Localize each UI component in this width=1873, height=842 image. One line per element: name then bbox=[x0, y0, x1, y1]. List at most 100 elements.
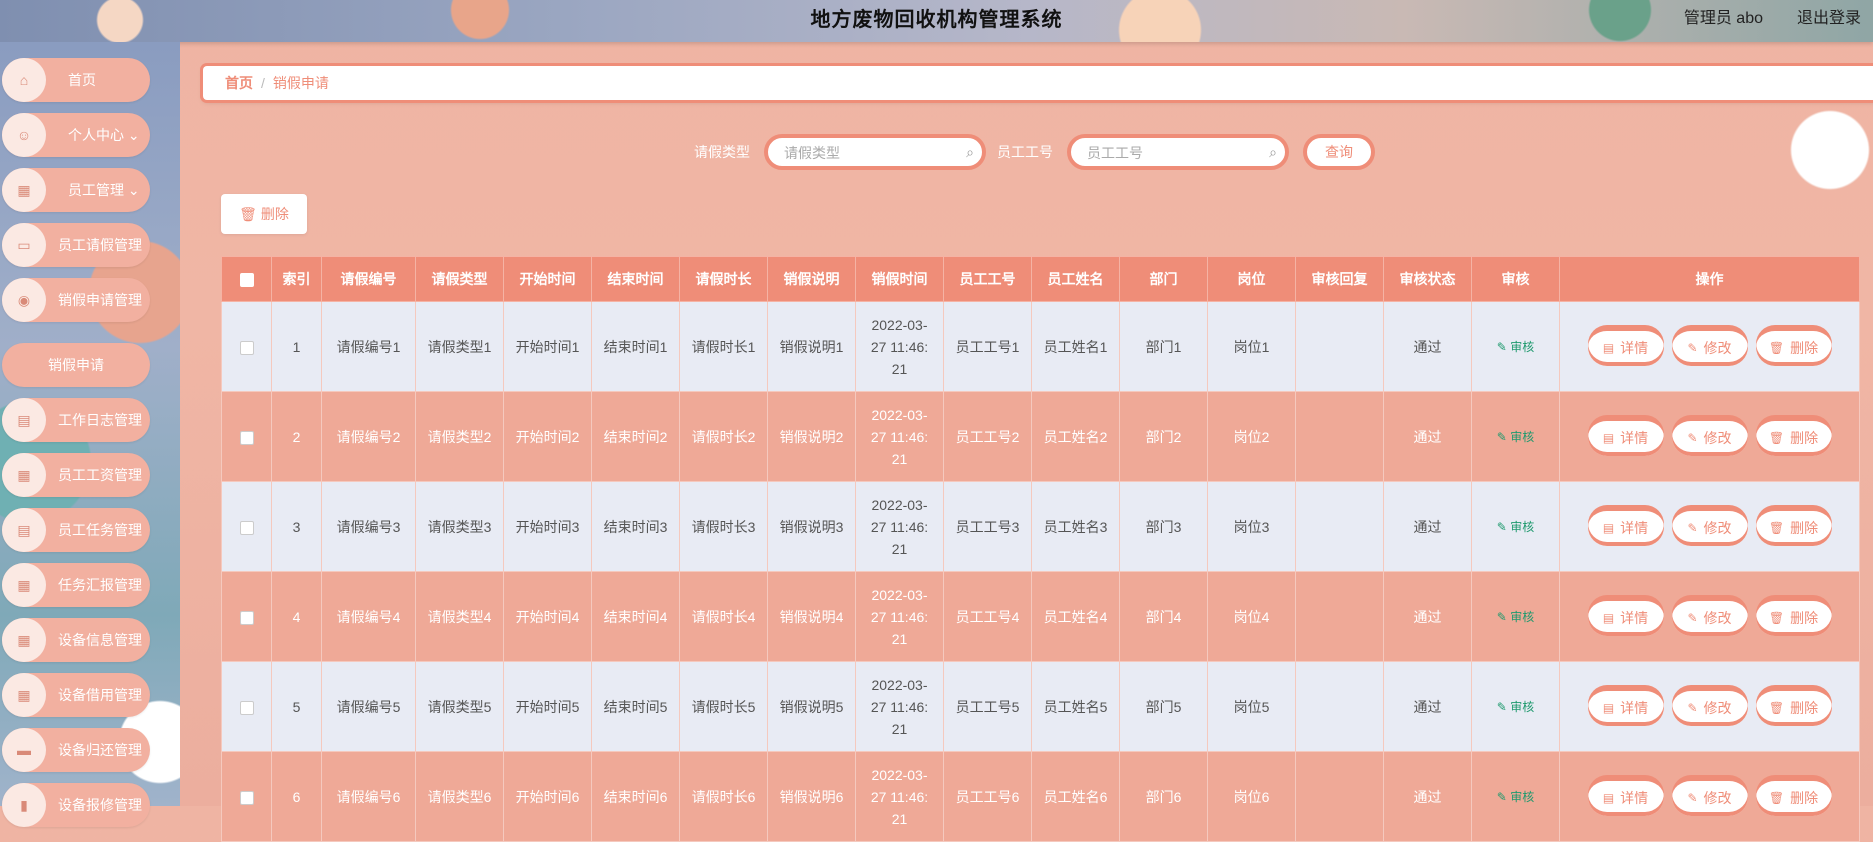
edit-icon: ✎ bbox=[1496, 700, 1511, 714]
delete-button[interactable]: 🗑 删除 bbox=[1755, 327, 1832, 366]
leave-type-cell: 请假类型1 bbox=[415, 301, 504, 392]
edit-icon: ✎ bbox=[1687, 611, 1698, 625]
table-row: 2 请假编号2 请假类型2 开始时间2 结束时间2 请假时长2 销假说明2 2022-03- 2… bbox=[221, 391, 1860, 482]
detail-button[interactable]: ▤ 详情 bbox=[1587, 327, 1664, 366]
sidebar-item-device-info[interactable]: ▦ 设备信息管理 bbox=[2, 618, 150, 662]
row-checkbox[interactable] bbox=[239, 610, 254, 625]
briefcase-icon: ▭ bbox=[2, 223, 46, 267]
edit-button[interactable]: ✎ 修改 bbox=[1671, 777, 1748, 816]
row-checkbox[interactable] bbox=[239, 340, 254, 355]
column-header: 销假时间 bbox=[855, 256, 944, 302]
audit-link[interactable]: ✎ 审核 bbox=[1497, 700, 1534, 714]
audit-cell: ✎ 审核 bbox=[1471, 571, 1560, 662]
sidebar-item-work-log[interactable]: ▤ 工作日志管理 bbox=[2, 398, 150, 442]
column-header: 员工姓名 bbox=[1031, 256, 1120, 302]
audit-status-cell: 通过 bbox=[1383, 301, 1472, 392]
post-cell: 岗位5 bbox=[1207, 661, 1296, 752]
sidebar-item-device-borrow[interactable]: ▦ 设备借用管理 bbox=[2, 673, 150, 717]
sidebar-item-label: 员工任务管理 bbox=[58, 522, 142, 538]
detail-button[interactable]: ▤ 详情 bbox=[1587, 417, 1664, 456]
sidebar-item-device-repair[interactable]: ▮ 设备报修管理 bbox=[2, 783, 150, 827]
admin-label: 管理员 abo bbox=[1683, 10, 1763, 27]
clipboard-icon: ▤ bbox=[2, 398, 46, 442]
time-part: 2022-03- bbox=[871, 676, 928, 693]
trash-icon: 🗑 bbox=[1768, 341, 1785, 355]
audit-link[interactable]: ✎ 审核 bbox=[1497, 520, 1534, 534]
sidebar-item-device-return[interactable]: ▬ 设备归还管理 bbox=[2, 728, 150, 772]
index-cell: 2 bbox=[271, 391, 322, 482]
edit-button[interactable]: ✎ 修改 bbox=[1671, 597, 1748, 636]
detail-button[interactable]: ▤ 详情 bbox=[1587, 507, 1664, 546]
audit-reply-cell bbox=[1295, 301, 1384, 392]
edit-button[interactable]: ✎ 修改 bbox=[1671, 417, 1748, 456]
sidebar-item-task-report[interactable]: ▦ 任务汇报管理 bbox=[2, 563, 150, 607]
detail-button[interactable]: ▤ 详情 bbox=[1587, 687, 1664, 726]
post-cell: 岗位2 bbox=[1207, 391, 1296, 482]
duration-cell: 请假时长4 bbox=[679, 571, 768, 662]
sidebar-item-personal-center[interactable]: ☺ 个人中心 ⌄ bbox=[2, 113, 150, 157]
trash-icon: 🗑 bbox=[1768, 521, 1785, 535]
document-icon: ▤ bbox=[1602, 701, 1615, 715]
batch-delete-button[interactable]: 🗑 删除 bbox=[221, 194, 307, 234]
index-cell: 5 bbox=[271, 661, 322, 752]
row-checkbox[interactable] bbox=[239, 520, 254, 535]
delete-button[interactable]: 🗑 删除 bbox=[1755, 507, 1832, 546]
dept-cell: 部门1 bbox=[1119, 301, 1208, 392]
query-button[interactable]: 查询 bbox=[1303, 134, 1375, 170]
audit-link[interactable]: ✎ 审核 bbox=[1497, 610, 1534, 624]
audit-status-cell: 通过 bbox=[1383, 391, 1472, 482]
trash-icon: 🗑 bbox=[1768, 701, 1785, 715]
sidebar: ⌂ 首页 ☺ 个人中心 ⌄ ▦ 员工管理 ⌄ ▭ 员工请假管理 ◉ 销假申请管理… bbox=[0, 42, 180, 827]
delete-button[interactable]: 🗑 删除 bbox=[1755, 687, 1832, 726]
row-select-cell bbox=[221, 391, 272, 482]
audit-link[interactable]: ✎ 审核 bbox=[1497, 790, 1534, 804]
emp-no-cell: 员工工号6 bbox=[943, 751, 1032, 842]
grid-icon: ▦ bbox=[2, 673, 46, 717]
sidebar-item-employee[interactable]: ▦ 员工管理 ⌄ bbox=[2, 168, 150, 212]
top-header: 地方废物回收机构管理系统 管理员 abo 退出登录 bbox=[0, 0, 1873, 42]
detail-button[interactable]: ▤ 详情 bbox=[1587, 597, 1664, 636]
delete-button[interactable]: 🗑 删除 bbox=[1755, 417, 1832, 456]
sidebar-item-home[interactable]: ⌂ 首页 bbox=[2, 58, 150, 102]
grid-icon: ▦ bbox=[2, 563, 46, 607]
audit-link[interactable]: ✎ 审核 bbox=[1497, 340, 1534, 354]
audit-link[interactable]: ✎ 审核 bbox=[1497, 430, 1534, 444]
trash-icon: 🗑 bbox=[239, 205, 257, 222]
audit-cell: ✎ 审核 bbox=[1471, 301, 1560, 392]
delete-button[interactable]: 🗑 删除 bbox=[1755, 777, 1832, 816]
audit-cell: ✎ 审核 bbox=[1471, 481, 1560, 572]
sidebar-item-cancel-leave[interactable]: ◉ 销假申请管理 bbox=[2, 278, 150, 322]
duration-cell: 请假时长6 bbox=[679, 751, 768, 842]
sidebar-item-salary[interactable]: ▦ 员工工资管理 bbox=[2, 453, 150, 497]
table-row: 5 请假编号5 请假类型5 开始时间5 结束时间5 请假时长5 销假说明5 2022-03- 2… bbox=[221, 661, 1860, 752]
time-part: 2022-03- bbox=[871, 496, 928, 513]
sidebar-item-label: 设备信息管理 bbox=[58, 632, 142, 648]
sidebar-subitem-cancel-leave-apply[interactable]: 销假申请 bbox=[2, 343, 150, 387]
breadcrumb-home[interactable]: 首页 bbox=[225, 73, 253, 93]
edit-button[interactable]: ✎ 修改 bbox=[1671, 327, 1748, 366]
edit-button[interactable]: ✎ 修改 bbox=[1671, 507, 1748, 546]
select-all-checkbox[interactable] bbox=[239, 273, 254, 288]
start-time-cell: 开始时间6 bbox=[503, 751, 592, 842]
dept-cell: 部门6 bbox=[1119, 751, 1208, 842]
operations-cell: ▤ 详情 ✎ 修改 🗑 删除 bbox=[1559, 481, 1860, 572]
leave-no-cell: 请假编号6 bbox=[321, 751, 416, 842]
duration-cell: 请假时长2 bbox=[679, 391, 768, 482]
edit-button[interactable]: ✎ 修改 bbox=[1671, 687, 1748, 726]
row-checkbox[interactable] bbox=[239, 430, 254, 445]
leave-type-input[interactable] bbox=[782, 138, 956, 168]
emp-no-search: ⌕ bbox=[1067, 134, 1289, 170]
table-row: 6 请假编号6 请假类型6 开始时间6 结束时间6 请假时长6 销假说明6 2022-03- 2… bbox=[221, 751, 1860, 842]
sidebar-item-leave[interactable]: ▭ 员工请假管理 bbox=[2, 223, 150, 267]
post-cell: 岗位3 bbox=[1207, 481, 1296, 572]
sidebar-item-task[interactable]: ▤ 员工任务管理 bbox=[2, 508, 150, 552]
chevron-down-icon: ⌄ bbox=[127, 182, 140, 198]
logout-link[interactable]: 退出登录 bbox=[1797, 4, 1861, 28]
delete-button[interactable]: 🗑 删除 bbox=[1755, 597, 1832, 636]
emp-no-input[interactable] bbox=[1085, 138, 1259, 168]
row-checkbox[interactable] bbox=[239, 790, 254, 805]
row-checkbox[interactable] bbox=[239, 700, 254, 715]
emp-no-cell: 员工工号5 bbox=[943, 661, 1032, 752]
detail-button[interactable]: ▤ 详情 bbox=[1587, 777, 1664, 816]
time-part: 2022-03- bbox=[871, 766, 928, 783]
